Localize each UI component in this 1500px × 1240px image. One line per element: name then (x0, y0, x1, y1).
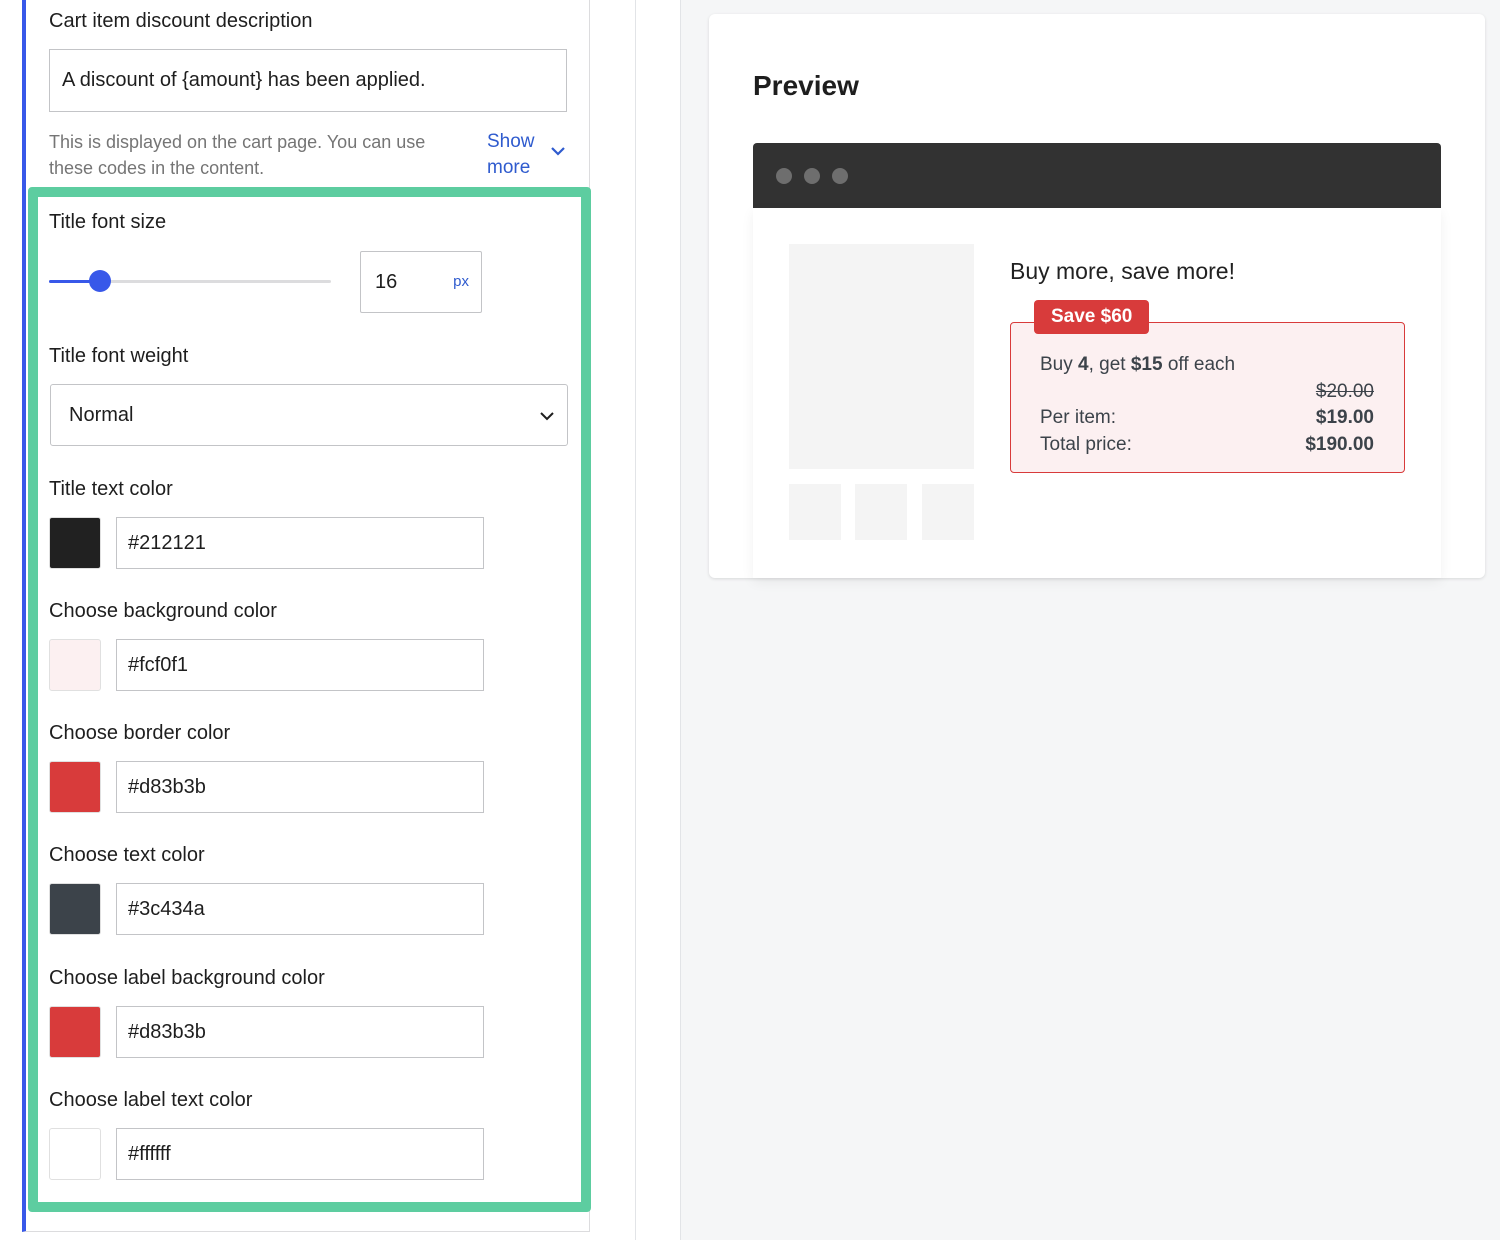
background-color-input[interactable]: #fcf0f1 (116, 639, 484, 691)
text-color-input[interactable]: #3c434a (116, 883, 484, 935)
label-background-color-input[interactable]: #d83b3b (116, 1006, 484, 1058)
chevron-down-icon (540, 412, 554, 421)
font-size-slider[interactable] (49, 270, 331, 292)
thumbnail-placeholder (855, 484, 907, 540)
title-text-color-swatch[interactable] (49, 517, 101, 569)
label-background-color-label: Choose label background color (49, 967, 325, 989)
title-font-weight-label: Title font weight (49, 345, 189, 367)
original-price: $20.00 (1315, 381, 1374, 402)
background-color-swatch[interactable] (49, 639, 101, 691)
title-text-color-input[interactable]: #212121 (116, 517, 484, 569)
font-weight-select[interactable]: Normal (50, 384, 568, 446)
font-size-number-input[interactable]: 16 px (360, 251, 482, 313)
chevron-down-icon[interactable] (550, 146, 566, 156)
font-size-unit[interactable]: px (453, 252, 469, 312)
preview-heading: Preview (753, 70, 859, 101)
product-image-placeholder (789, 244, 974, 469)
border-color-input[interactable]: #d83b3b (116, 761, 484, 813)
browser-dot (776, 168, 792, 184)
thumbnail-placeholder (922, 484, 974, 540)
thumbnail-placeholder (789, 484, 841, 540)
per-item-label: Per item: (1040, 407, 1117, 428)
text-color-swatch[interactable] (49, 883, 101, 935)
product-title: Buy more, save more! (1010, 258, 1235, 284)
font-size-slider-thumb[interactable] (88, 270, 111, 292)
font-size-value: 16 (375, 271, 398, 293)
text-color-label: Choose text color (49, 844, 205, 866)
total-price-label: Total price: (1040, 434, 1132, 455)
offer-save-label: Save $60 (1034, 300, 1150, 334)
browser-dot (804, 168, 820, 184)
total-price-value: $190.00 (1305, 434, 1374, 455)
title-font-size-label: Title font size (49, 211, 167, 233)
cart-item-help-text: This is displayed on the cart page. You … (49, 132, 426, 178)
border-color-label: Choose border color (49, 722, 231, 744)
browser-dot (832, 168, 848, 184)
label-text-color-swatch[interactable] (49, 1128, 101, 1180)
border-color-swatch[interactable] (49, 761, 101, 813)
title-text-color-label: Title text color (49, 478, 173, 500)
label-text-color-label: Choose label text color (49, 1089, 253, 1111)
label-background-color-swatch[interactable] (49, 1006, 101, 1058)
cart-item-discount-input[interactable]: A discount of {amount} has been applied. (49, 49, 567, 112)
browser-mock-toolbar (753, 143, 1441, 208)
cart-item-discount-label: Cart item discount description (49, 10, 313, 32)
label-text-color-input[interactable]: #ffffff (116, 1128, 484, 1180)
show-more-link[interactable]: Show more (487, 129, 547, 181)
per-item-price: $19.00 (1315, 407, 1374, 428)
font-weight-selected: Normal (69, 404, 134, 426)
background-color-label: Choose background color (49, 600, 277, 622)
offer-description: Buy 4, get $15 off each (1040, 354, 1236, 375)
